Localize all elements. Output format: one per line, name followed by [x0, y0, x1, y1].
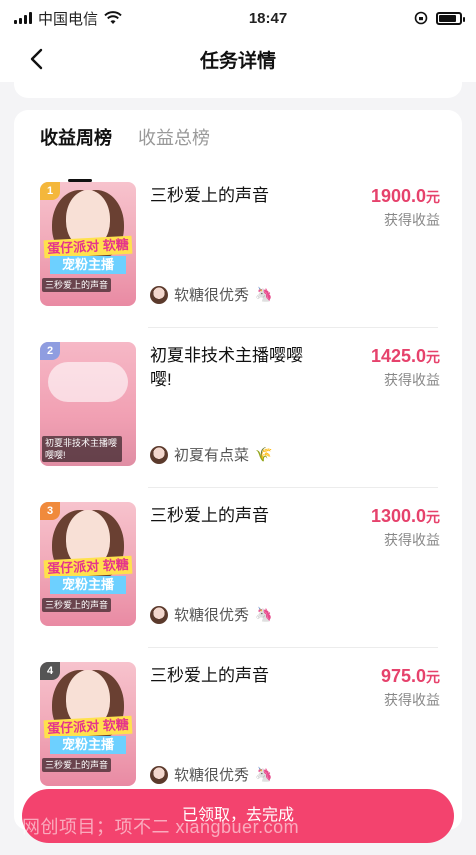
- top-card: [14, 82, 462, 98]
- avatar: [150, 445, 168, 464]
- unicorn-icon: 🦄: [255, 606, 273, 622]
- stream-title: 三秒爱上的声音: [150, 186, 269, 205]
- thumbnail-banner-text: 宠粉主播: [50, 576, 126, 594]
- tab-total-earnings[interactable]: 收益总榜: [138, 124, 210, 168]
- thumbnail-banner-text: 蛋仔派对 软糖: [43, 555, 133, 579]
- thumbnail-caption: 三秒爱上的声音: [42, 278, 112, 292]
- stream-thumbnail[interactable]: 蛋仔派对 软糖 宠粉主播 三秒爱上的声音 3: [40, 502, 136, 626]
- thumbnail-caption: 初夏非技术主播嘤嘤嘤!: [42, 436, 122, 462]
- amount-unit: 元: [426, 349, 440, 365]
- tab-weekly-earnings[interactable]: 收益周榜: [40, 124, 112, 182]
- status-left: 中国电信: [14, 8, 122, 29]
- watermark: 网创项目；项不二 xiangbuer.com: [22, 817, 300, 837]
- rank-tabs: 收益周榜 收益总榜: [14, 110, 462, 182]
- avatar: [150, 285, 168, 304]
- earnings-label: 获得收益: [384, 212, 440, 228]
- navbar: 任务详情: [0, 36, 476, 82]
- avatar: [150, 605, 168, 624]
- thumbnail-banner-text: 宠粉主播: [50, 256, 126, 274]
- amount-value: 1900.0: [370, 186, 426, 206]
- unicorn-icon: 🦄: [255, 766, 273, 782]
- battery-icon: [435, 11, 465, 25]
- rank-list: 蛋仔派对 软糖 宠粉主播 三秒爱上的声音 1 三秒爱上的声音 1900.0元 获…: [14, 168, 462, 808]
- rank-badge: 3: [40, 502, 60, 520]
- thumbnail-caption: 三秒爱上的声音: [42, 598, 112, 612]
- earnings-label: 获得收益: [384, 372, 440, 388]
- thumbnail-decoration: [48, 362, 128, 402]
- carrier-label: 中国电信: [38, 10, 99, 28]
- status-time: 18:47: [248, 9, 288, 27]
- stream-thumbnail[interactable]: 初夏非技术主播嘤嘤嘤! 2: [40, 342, 136, 466]
- rank-badge: 2: [40, 342, 60, 360]
- streamer-info[interactable]: 软糖很优秀 🦄: [150, 604, 272, 625]
- streamer-name: 软糖很优秀: [174, 767, 250, 784]
- back-button[interactable]: [22, 45, 50, 73]
- thumbnail-banner-text: 宠粉主播: [50, 736, 126, 754]
- earnings-amount: 1425.0元: [371, 346, 440, 367]
- chevron-left-icon: [30, 48, 43, 70]
- wifi-icon: [104, 11, 122, 24]
- signal-icon: [14, 12, 32, 24]
- cta-area: 已领取，去完成 网创项目；项不二 xiangbuer.com: [0, 785, 476, 855]
- amount-unit: 元: [426, 189, 440, 205]
- rotation-lock-icon: [414, 11, 428, 25]
- list-item[interactable]: 初夏非技术主播嘤嘤嘤! 2 初夏非技术主播嘤嘤嘤! 1425.0元 获得收益 初…: [14, 328, 462, 488]
- ranking-card: 收益周榜 收益总榜 蛋仔派对 软糖 宠粉主播 三秒爱上的声音 1 三秒爱上的声音…: [14, 110, 462, 830]
- earnings-amount: 1900.0元: [371, 186, 440, 207]
- status-bar: 中国电信 18:47: [0, 0, 476, 36]
- wheat-icon: 🌾: [255, 446, 273, 462]
- thumbnail-banner-text: 蛋仔派对 软糖: [43, 715, 133, 739]
- streamer-info[interactable]: 初夏有点菜 🌾: [150, 444, 272, 465]
- rank-badge: 4: [40, 662, 60, 680]
- stream-title: 初夏非技术主播嘤嘤嘤!: [150, 346, 303, 389]
- list-item[interactable]: 蛋仔派对 软糖 宠粉主播 三秒爱上的声音 4 三秒爱上的声音 975.0元 获得…: [14, 648, 462, 808]
- rank-badge: 1: [40, 182, 60, 200]
- stream-title: 三秒爱上的声音: [150, 506, 269, 525]
- unicorn-icon: 🦄: [255, 286, 273, 302]
- stream-thumbnail[interactable]: 蛋仔派对 软糖 宠粉主播 三秒爱上的声音 4: [40, 662, 136, 786]
- status-right: [414, 11, 465, 25]
- earnings-amount: 975.0元: [381, 666, 440, 687]
- list-item[interactable]: 蛋仔派对 软糖 宠粉主播 三秒爱上的声音 3 三秒爱上的声音 1300.0元 获…: [14, 488, 462, 648]
- page-title: 任务详情: [199, 50, 276, 72]
- thumbnail-banner-text: 蛋仔派对 软糖: [43, 235, 133, 259]
- avatar: [150, 765, 168, 784]
- thumbnail-caption: 三秒爱上的声音: [42, 758, 112, 772]
- stream-thumbnail[interactable]: 蛋仔派对 软糖 宠粉主播 三秒爱上的声音 1: [40, 182, 136, 306]
- list-item[interactable]: 蛋仔派对 软糖 宠粉主播 三秒爱上的声音 1 三秒爱上的声音 1900.0元 获…: [14, 168, 462, 328]
- streamer-info[interactable]: 软糖很优秀 🦄: [150, 764, 272, 785]
- amount-unit: 元: [426, 509, 440, 525]
- amount-value: 975.0: [380, 666, 426, 686]
- amount-value: 1425.0: [370, 346, 426, 366]
- streamer-info[interactable]: 软糖很优秀 🦄: [150, 284, 272, 305]
- amount-value: 1300.0: [370, 506, 426, 526]
- amount-unit: 元: [426, 669, 440, 685]
- stream-title: 三秒爱上的声音: [150, 666, 269, 685]
- earnings-label: 获得收益: [384, 532, 440, 548]
- earnings-label: 获得收益: [384, 692, 440, 708]
- earnings-amount: 1300.0元: [371, 506, 440, 527]
- streamer-name: 初夏有点菜: [174, 447, 250, 464]
- streamer-name: 软糖很优秀: [174, 287, 250, 304]
- streamer-name: 软糖很优秀: [174, 607, 250, 624]
